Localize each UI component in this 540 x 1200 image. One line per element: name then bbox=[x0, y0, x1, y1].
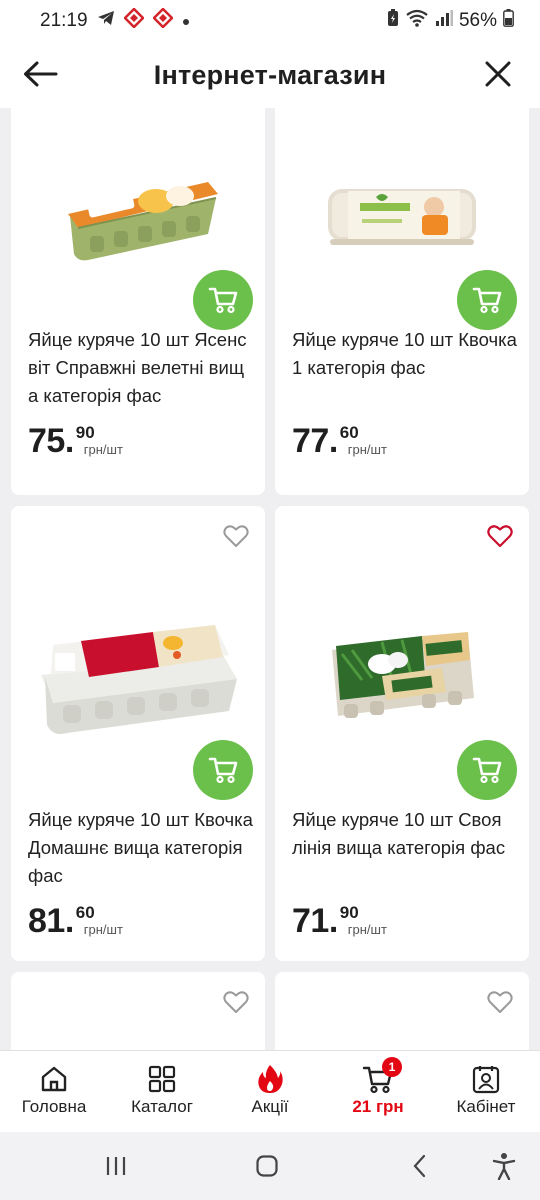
app-bar: Інтернет-магазин bbox=[0, 42, 540, 108]
nova-poshta-icon bbox=[122, 7, 145, 34]
price-whole: 77. bbox=[292, 422, 338, 460]
close-icon bbox=[485, 61, 511, 87]
nav-label: Каталог bbox=[131, 1097, 193, 1116]
cart-icon bbox=[208, 757, 238, 784]
recent-apps-icon bbox=[106, 1157, 126, 1175]
chevron-left-icon bbox=[413, 1154, 426, 1178]
add-to-cart-button[interactable] bbox=[193, 740, 253, 800]
product-card[interactable]: Яйце куряче 10 шт Своя лінія вища катего… bbox=[275, 506, 529, 961]
bottom-nav: Головна Каталог Акції 1 21 грн Кабінет bbox=[0, 1050, 540, 1132]
price-cents: 60 bbox=[75, 903, 95, 922]
nav-catalog[interactable]: Каталог bbox=[108, 1051, 216, 1132]
product-price: 75. 90 грн/шт bbox=[28, 422, 123, 460]
price-whole: 71. bbox=[292, 902, 338, 940]
flame-icon bbox=[254, 1063, 286, 1095]
nova-poshta-icon bbox=[151, 7, 174, 34]
cart-icon bbox=[472, 757, 502, 784]
favorite-button[interactable] bbox=[487, 524, 513, 550]
home-icon bbox=[38, 1063, 70, 1095]
cart-icon bbox=[472, 287, 502, 314]
back-system-button[interactable] bbox=[404, 1150, 436, 1182]
product-name[interactable]: Яйце куряче 10 шт Ясенсвіт Справжні веле… bbox=[28, 326, 253, 410]
add-to-cart-button[interactable] bbox=[193, 270, 253, 330]
arrow-left-icon bbox=[24, 61, 58, 87]
product-card[interactable]: Яйце куряче 10 шт Квочка 1 категорія фас… bbox=[275, 108, 529, 495]
accessibility-button[interactable] bbox=[488, 1150, 520, 1182]
nav-account[interactable]: Кабінет bbox=[432, 1051, 540, 1132]
signal-icon bbox=[435, 10, 453, 32]
product-card[interactable]: Яйце куряче 10 шт Ясенсвіт Справжні веле… bbox=[11, 108, 265, 495]
cart-icon bbox=[208, 287, 238, 314]
heart-filled-icon bbox=[487, 525, 513, 548]
product-name[interactable]: Яйце куряче 10 шт Своя лінія вища катего… bbox=[292, 806, 517, 862]
product-card[interactable] bbox=[11, 972, 265, 1050]
recent-apps-button[interactable] bbox=[100, 1150, 132, 1182]
back-button[interactable] bbox=[20, 54, 60, 94]
battery-icon bbox=[503, 9, 514, 33]
grid-icon bbox=[146, 1063, 178, 1095]
product-card[interactable]: Яйце куряче 10 шт Квочка Домашнє вища ка… bbox=[11, 506, 265, 961]
nav-promotions[interactable]: Акції bbox=[216, 1051, 324, 1132]
wifi-icon bbox=[405, 9, 429, 33]
heart-outline-icon bbox=[487, 991, 513, 1013]
price-whole: 75. bbox=[28, 422, 74, 460]
nav-label: Головна bbox=[21, 1097, 87, 1116]
favorite-button[interactable] bbox=[223, 990, 249, 1016]
cart-total: 21 грн bbox=[352, 1097, 404, 1116]
product-card[interactable] bbox=[275, 972, 529, 1050]
battery-saver-icon bbox=[387, 9, 399, 33]
product-name[interactable]: Яйце куряче 10 шт Квочка 1 категорія фас bbox=[292, 326, 517, 382]
system-nav-bar bbox=[0, 1132, 540, 1200]
product-name[interactable]: Яйце куряче 10 шт Квочка Домашнє вища ка… bbox=[28, 806, 253, 890]
telegram-icon bbox=[97, 10, 115, 32]
dot-icon bbox=[182, 10, 190, 32]
price-unit: грн/шт bbox=[347, 442, 387, 457]
nav-cart[interactable]: 1 21 грн bbox=[324, 1051, 432, 1132]
cart-icon: 1 bbox=[362, 1057, 402, 1095]
price-unit: грн/шт bbox=[83, 922, 123, 937]
battery-percent: 56% bbox=[458, 10, 497, 31]
product-price: 81. 60 грн/шт bbox=[28, 902, 123, 940]
heart-outline-icon bbox=[223, 991, 249, 1013]
favorite-button[interactable] bbox=[223, 524, 249, 550]
product-grid: Яйце куряче 10 шт Ясенсвіт Справжні веле… bbox=[0, 108, 540, 1050]
price-unit: грн/шт bbox=[347, 922, 387, 937]
product-price: 71. 90 грн/шт bbox=[292, 902, 387, 940]
price-cents: 90 bbox=[75, 423, 95, 442]
add-to-cart-button[interactable] bbox=[457, 270, 517, 330]
status-bar: 21:19 56% bbox=[0, 0, 540, 42]
price-whole: 81. bbox=[28, 902, 74, 940]
nav-label: Кабінет bbox=[456, 1097, 516, 1116]
nav-home[interactable]: Головна bbox=[0, 1051, 108, 1132]
status-time: 21:19 bbox=[40, 10, 88, 31]
price-unit: грн/шт bbox=[83, 442, 123, 457]
profile-icon bbox=[470, 1063, 502, 1095]
home-circle-icon bbox=[256, 1155, 278, 1177]
cart-count-badge: 1 bbox=[382, 1057, 402, 1077]
price-cents: 90 bbox=[339, 903, 359, 922]
close-button[interactable] bbox=[478, 54, 518, 94]
favorite-button[interactable] bbox=[487, 990, 513, 1016]
product-price: 77. 60 грн/шт bbox=[292, 422, 387, 460]
heart-outline-icon bbox=[223, 525, 249, 547]
accessibility-icon bbox=[492, 1153, 516, 1180]
home-button[interactable] bbox=[251, 1150, 283, 1182]
page-title: Інтернет-магазин bbox=[153, 59, 387, 90]
price-cents: 60 bbox=[339, 423, 359, 442]
add-to-cart-button[interactable] bbox=[457, 740, 517, 800]
nav-label: Акції bbox=[251, 1097, 289, 1116]
